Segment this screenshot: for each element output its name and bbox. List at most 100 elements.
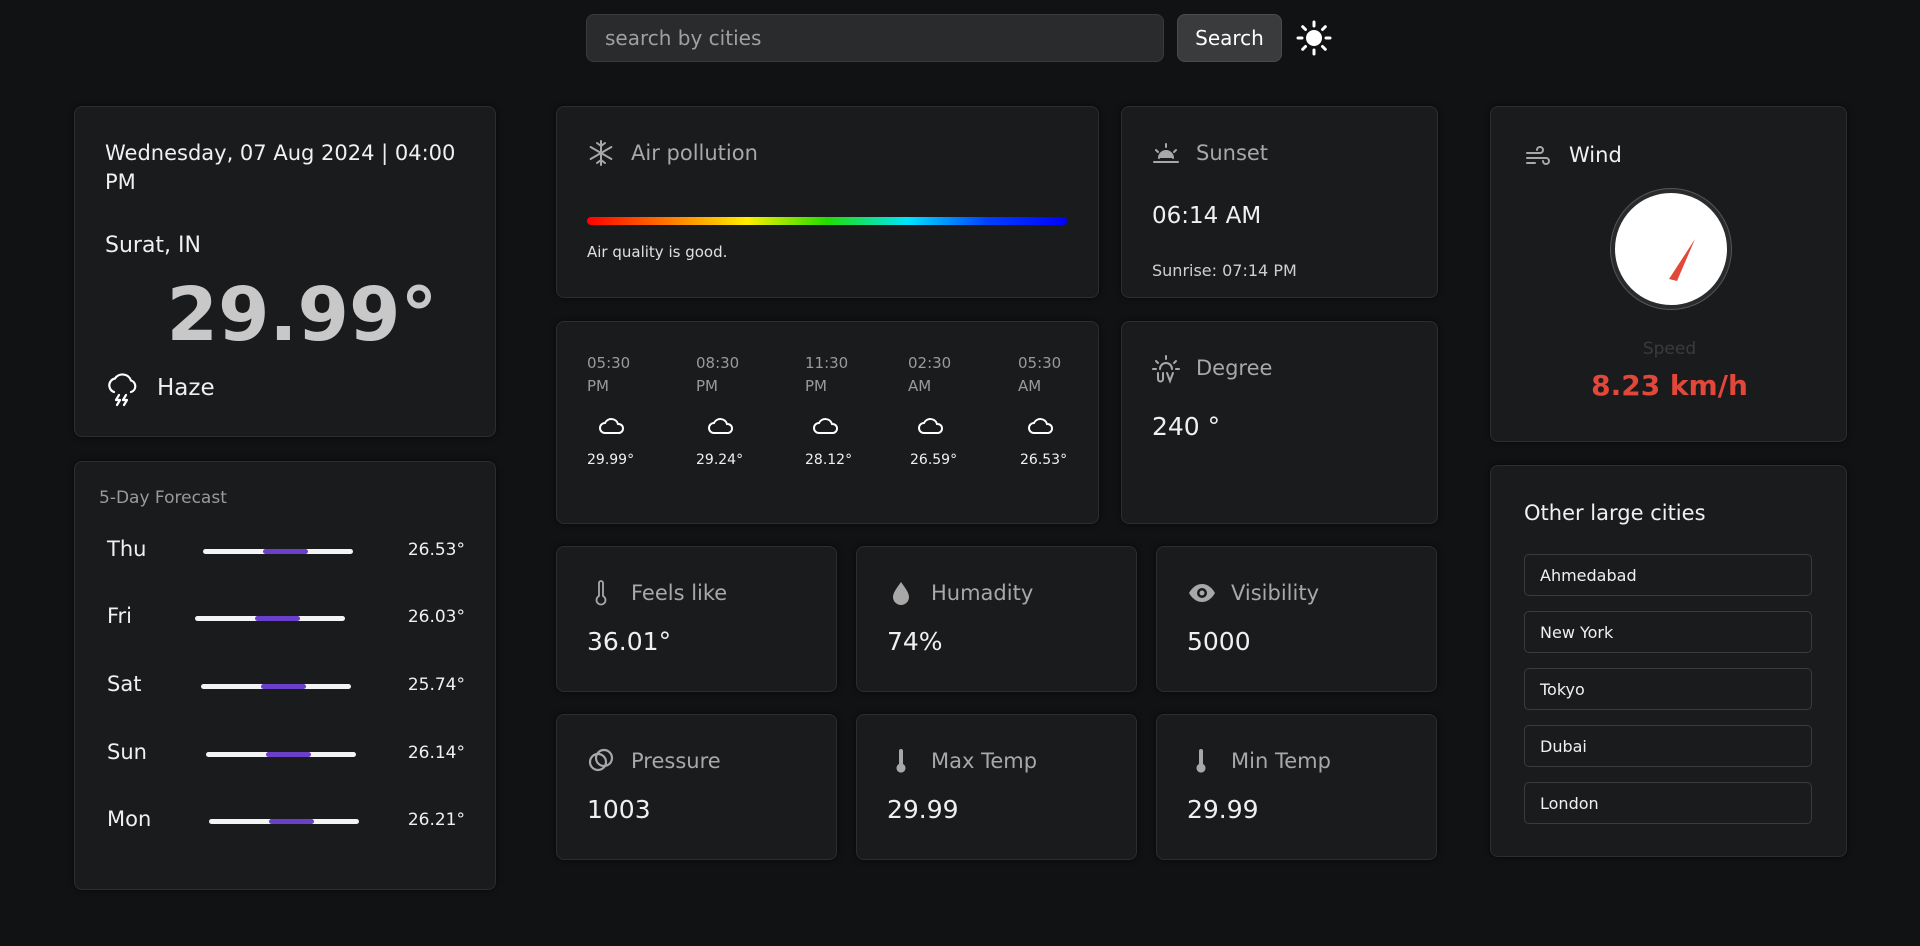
city-button-new-york[interactable]: New York	[1524, 611, 1812, 653]
max-temp-title: Max Temp	[931, 749, 1038, 773]
forecast-day: Mon	[107, 807, 152, 831]
hourly-temp: 26.59°	[910, 452, 958, 468]
wind-card: Wind Speed 8.23 km/h	[1490, 106, 1847, 442]
forecast-row: Fri 26.03°	[107, 604, 465, 634]
hourly-temp: 28.12°	[805, 452, 853, 468]
hourly-temp: 29.99°	[587, 452, 635, 468]
wind-direction-needle-icon	[1669, 239, 1695, 281]
humidity-value: 74%	[887, 627, 943, 656]
sunset-icon	[1152, 139, 1180, 167]
cloud-icon	[1028, 418, 1054, 434]
sun-icon[interactable]	[1296, 20, 1332, 56]
hourly-item: 02:30 AM 26.59°	[908, 352, 978, 468]
visibility-title: Visibility	[1231, 581, 1320, 605]
other-cities-card: Other large cities Ahmedabad New York To…	[1490, 465, 1847, 857]
forecast-row: Mon 26.21°	[107, 807, 465, 837]
forecast-temp: 26.14°	[407, 743, 465, 763]
hourly-item: 11:30 PM 28.12°	[805, 352, 875, 468]
forecast-temp-bar	[195, 616, 345, 621]
forecast-row: Sat 25.74°	[107, 672, 465, 702]
wind-title: Wind	[1569, 143, 1622, 167]
hourly-time: 11:30 PM	[805, 354, 849, 395]
sunset-title: Sunset	[1196, 141, 1269, 165]
forecast-temp-bar	[203, 549, 353, 554]
min-temp-value: 29.99	[1187, 795, 1259, 824]
forecast-temp: 25.74°	[407, 675, 465, 695]
wind-direction-dial	[1611, 189, 1731, 309]
hourly-time: 08:30 PM	[696, 354, 740, 395]
forecast-card: 5-Day Forecast Thu 26.53° Fri 26.03° Sat…	[74, 461, 496, 890]
humidity-card: Humadity 74%	[856, 546, 1137, 692]
cloud-icon	[599, 418, 625, 434]
degree-value: 240 °	[1152, 412, 1221, 441]
forecast-day: Sat	[107, 672, 142, 696]
city-button-london[interactable]: London	[1524, 782, 1812, 824]
feels-like-value: 36.01°	[587, 627, 672, 656]
snowflake-icon	[587, 139, 615, 167]
forecast-row: Sun 26.14°	[107, 740, 465, 770]
forecast-temp-bar	[206, 752, 356, 757]
city-button-tokyo[interactable]: Tokyo	[1524, 668, 1812, 710]
air-pollution-title: Air pollution	[631, 141, 758, 165]
forecast-temp-bar	[201, 684, 351, 689]
hourly-forecast-card: 05:30 PM 29.99° 08:30 PM 29.24° 11:30 PM 28…	[556, 321, 1099, 524]
sunrise-time: Sunrise: 07:14 PM	[1152, 261, 1297, 280]
forecast-day: Sun	[107, 740, 147, 764]
air-pollution-card: Air pollution Air quality is good.	[556, 106, 1099, 298]
current-location: Surat, IN	[105, 233, 201, 258]
forecast-temp: 26.21°	[407, 810, 465, 830]
degree-title: Degree	[1196, 356, 1273, 380]
thermometer-icon	[587, 579, 615, 607]
visibility-value: 5000	[1187, 627, 1251, 656]
city-button-ahmedabad[interactable]: Ahmedabad	[1524, 554, 1812, 596]
hourly-time: 05:30 PM	[587, 354, 631, 395]
degree-card: Degree 240 °	[1121, 321, 1438, 524]
forecast-day: Thu	[107, 537, 147, 561]
air-quality-status: Air quality is good.	[587, 243, 728, 261]
city-button-dubai[interactable]: Dubai	[1524, 725, 1812, 767]
forecast-temp: 26.03°	[407, 607, 465, 627]
feels-like-card: Feels like 36.01°	[556, 546, 837, 692]
eye-icon	[1187, 579, 1215, 607]
max-temp-card: Max Temp 29.99	[856, 714, 1137, 860]
forecast-temp: 26.53°	[407, 540, 465, 560]
feels-like-title: Feels like	[631, 581, 728, 605]
hourly-item: 05:30 PM 29.99°	[587, 352, 657, 468]
thermometer-low-icon	[1187, 747, 1215, 775]
hourly-item: 08:30 PM 29.24°	[696, 352, 766, 468]
min-temp-card: Min Temp 29.99	[1156, 714, 1437, 860]
sunset-card: Sunset 06:14 AM Sunrise: 07:14 PM	[1121, 106, 1438, 298]
air-quality-bar	[587, 217, 1067, 225]
current-datetime: Wednesday, 07 Aug 2024 | 04:00 PM	[105, 141, 456, 194]
visibility-card: Visibility 5000	[1156, 546, 1437, 692]
uv-sun-icon	[1152, 354, 1180, 384]
search-button[interactable]: Search	[1177, 14, 1282, 62]
hourly-temp: 29.24°	[696, 452, 744, 468]
hourly-time: 02:30 AM	[908, 354, 952, 395]
water-drop-icon	[887, 579, 915, 607]
search-input[interactable]	[586, 14, 1164, 62]
thermometer-full-icon	[887, 747, 915, 775]
min-temp-title: Min Temp	[1231, 749, 1331, 773]
current-condition: Haze	[157, 375, 215, 401]
wind-speed-label: Speed	[1642, 339, 1697, 359]
sunset-time: 06:14 AM	[1152, 203, 1262, 229]
pressure-title: Pressure	[631, 749, 721, 773]
wind-speed-value: 8.23 km/h	[1591, 369, 1748, 402]
max-temp-value: 29.99	[887, 795, 959, 824]
other-cities-title: Other large cities	[1524, 501, 1706, 525]
cloud-icon	[813, 418, 839, 434]
forecast-row: Thu 26.53°	[107, 537, 465, 567]
cloud-icon	[708, 418, 734, 434]
wind-icon	[1524, 143, 1552, 171]
hourly-temp: 26.53°	[1020, 452, 1068, 468]
cloud-storm-icon	[105, 371, 139, 407]
forecast-temp-bar	[209, 819, 359, 824]
current-weather-card: Wednesday, 07 Aug 2024 | 04:00 PM Surat,…	[74, 106, 496, 437]
forecast-day: Fri	[107, 604, 133, 628]
pressure-card: Pressure 1003	[556, 714, 837, 860]
forecast-title: 5-Day Forecast	[99, 488, 227, 508]
cloud-icon	[918, 418, 944, 434]
hourly-item: 05:30 AM 26.53°	[1018, 352, 1088, 468]
pressure-value: 1003	[587, 795, 651, 824]
